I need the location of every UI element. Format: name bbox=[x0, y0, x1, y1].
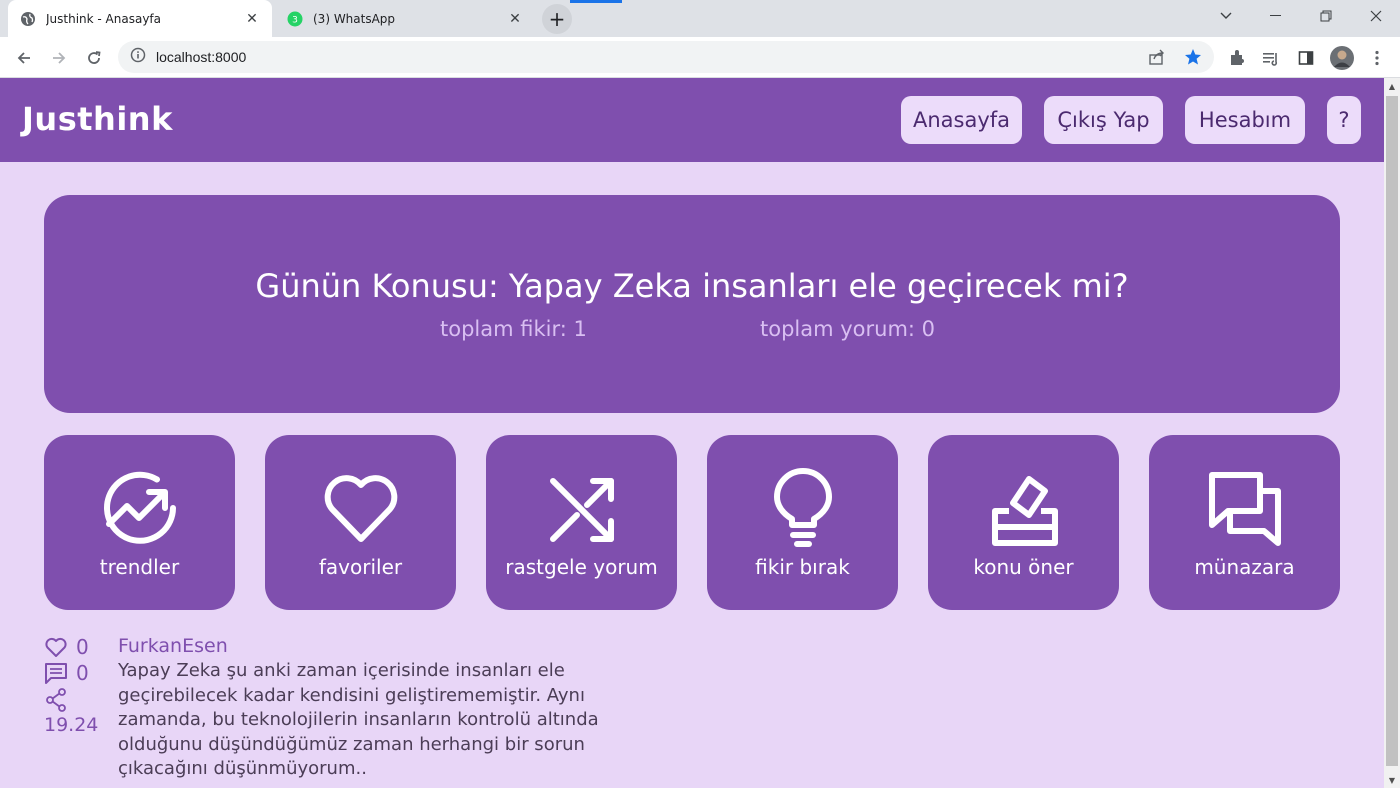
forward-icon[interactable] bbox=[45, 44, 73, 72]
new-tab-button[interactable]: + bbox=[542, 4, 572, 34]
more-menu-icon[interactable] bbox=[1364, 45, 1390, 71]
tile-label: rastgele yorum bbox=[505, 555, 658, 579]
reload-icon[interactable] bbox=[80, 44, 108, 72]
tile-label: konu öner bbox=[973, 555, 1074, 579]
globe-icon bbox=[20, 11, 36, 27]
home-button[interactable]: Anasayfa bbox=[901, 96, 1022, 144]
tile-label: fikir bırak bbox=[755, 555, 850, 579]
info-icon[interactable] bbox=[130, 47, 146, 67]
site-logo[interactable]: Justhink bbox=[22, 100, 173, 138]
bookmark-star-icon[interactable] bbox=[1184, 48, 1202, 70]
account-button[interactable]: Hesabım bbox=[1185, 96, 1305, 144]
close-icon[interactable]: ✕ bbox=[244, 11, 260, 27]
trending-icon bbox=[104, 471, 176, 544]
heart-icon bbox=[324, 475, 398, 542]
tile-label: favoriler bbox=[318, 555, 403, 579]
tile-fikir-birak[interactable]: fikir bırak bbox=[707, 435, 898, 610]
share-stat bbox=[44, 688, 68, 712]
site-header: Justhink Anasayfa Çıkış Yap Hesabım ? bbox=[0, 78, 1384, 162]
browser-tab-bar: Justhink - Anasayfa ✕ 3 (3) WhatsApp ✕ + bbox=[0, 0, 1400, 37]
help-button[interactable]: ? bbox=[1327, 96, 1361, 144]
restore-icon[interactable] bbox=[1303, 0, 1349, 32]
share-nodes-icon[interactable] bbox=[44, 688, 68, 712]
browser-toolbar: localhost:8000 bbox=[0, 37, 1400, 78]
minimize-icon[interactable] bbox=[1253, 0, 1299, 32]
address-bar[interactable]: localhost:8000 bbox=[118, 41, 1214, 73]
post-author[interactable]: FurkanEsen bbox=[118, 635, 228, 657]
tab-loading-indicator bbox=[570, 0, 622, 3]
url-text: localhost:8000 bbox=[156, 49, 247, 65]
lightbulb-icon bbox=[774, 468, 832, 547]
browser-tab-justhink[interactable]: Justhink - Anasayfa ✕ bbox=[8, 0, 272, 37]
page-content: Justhink Anasayfa Çıkış Yap Hesabım ? Gü… bbox=[0, 78, 1384, 788]
shuffle-icon bbox=[550, 478, 614, 542]
scrollbar-thumb[interactable] bbox=[1386, 96, 1398, 766]
whatsapp-icon: 3 bbox=[287, 11, 303, 27]
tab-title: Justhink - Anasayfa bbox=[46, 11, 162, 26]
close-icon[interactable]: ✕ bbox=[507, 11, 523, 27]
topic-title: Günün Konusu: Yapay Zeka insanları ele g… bbox=[255, 267, 1129, 305]
tab-title: (3) WhatsApp bbox=[313, 11, 396, 26]
ballot-icon bbox=[992, 476, 1058, 546]
logout-button[interactable]: Çıkış Yap bbox=[1044, 96, 1163, 144]
tile-label: trendler bbox=[99, 555, 180, 579]
side-panel-icon[interactable] bbox=[1293, 45, 1319, 71]
post-body: Yapay Zeka şu anki zaman içerisinde insa… bbox=[118, 660, 599, 779]
comment-stat: 0 bbox=[44, 661, 89, 685]
tile-konu-oner[interactable]: konu öner bbox=[928, 435, 1119, 610]
scroll-up-icon[interactable]: ▲ bbox=[1384, 78, 1400, 94]
tile-trendler[interactable]: trendler bbox=[44, 435, 235, 610]
like-count: 0 bbox=[76, 635, 89, 659]
close-window-icon[interactable] bbox=[1353, 0, 1399, 32]
total-comments-count: toplam yorum: 0 bbox=[760, 317, 936, 341]
topic-of-the-day-banner: Günün Konusu: Yapay Zeka insanları ele g… bbox=[44, 195, 1340, 413]
back-icon[interactable] bbox=[10, 44, 38, 72]
tile-favoriler[interactable]: favoriler bbox=[265, 435, 456, 610]
chat-icon bbox=[1209, 472, 1281, 546]
extensions-puzzle-icon[interactable] bbox=[1224, 45, 1250, 71]
tile-label: münazara bbox=[1194, 555, 1295, 579]
tab-search-icon[interactable] bbox=[1203, 0, 1249, 32]
total-ideas-count: toplam fikir: 1 bbox=[440, 317, 587, 341]
share-icon[interactable] bbox=[1148, 49, 1166, 69]
comment-icon[interactable] bbox=[44, 662, 68, 684]
page-scrollbar[interactable]: ▲ ▼ bbox=[1384, 78, 1400, 788]
scroll-down-icon[interactable]: ▼ bbox=[1384, 772, 1400, 788]
comment-count: 0 bbox=[76, 661, 89, 685]
tile-rastgele-yorum[interactable]: rastgele yorum bbox=[486, 435, 677, 610]
tile-munazara[interactable]: münazara bbox=[1149, 435, 1340, 610]
browser-tab-whatsapp[interactable]: 3 (3) WhatsApp ✕ bbox=[275, 0, 535, 37]
like-stat: 0 bbox=[44, 635, 89, 659]
profile-avatar[interactable] bbox=[1329, 45, 1355, 71]
tab-badge: 3 bbox=[292, 15, 298, 25]
media-queue-icon[interactable] bbox=[1258, 45, 1284, 71]
heart-outline-icon[interactable] bbox=[44, 636, 68, 658]
post-time: 19.24 bbox=[44, 714, 99, 736]
